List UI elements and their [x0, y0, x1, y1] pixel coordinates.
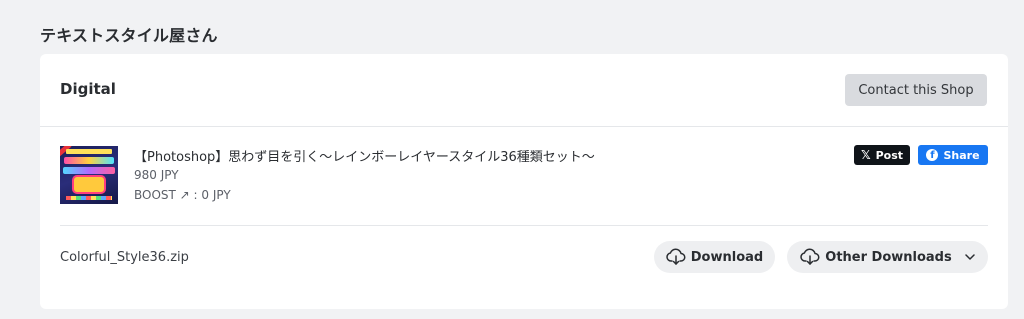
thumbnail-line: [66, 149, 112, 154]
thumbnail-badge: [74, 177, 104, 192]
file-name: Colorful_Style36.zip: [60, 250, 189, 265]
product-title[interactable]: 【Photoshop】思わず目を引く〜レインボーレイヤースタイル36種類セット〜: [134, 146, 595, 165]
boost-amount: BOOST ↗ : 0 JPY: [134, 188, 231, 202]
x-post-label: Post: [875, 148, 904, 162]
card-header: Digital Contact this Shop: [40, 54, 1008, 127]
facebook-icon: f: [926, 149, 939, 161]
product-thumbnail[interactable]: [60, 146, 118, 204]
facebook-share-button[interactable]: f Share: [918, 145, 988, 165]
shop-name[interactable]: テキストスタイル屋さん: [40, 22, 218, 46]
thumbnail-stripe: [66, 196, 112, 200]
download-label: Download: [690, 249, 764, 265]
download-button[interactable]: Download: [654, 241, 775, 273]
other-downloads-label: Other Downloads: [825, 249, 952, 265]
thumbnail-line: [64, 157, 114, 164]
other-downloads-button[interactable]: Other Downloads: [787, 241, 988, 273]
product-card: Digital Contact this Shop 【Photoshop】思わず…: [40, 54, 1008, 309]
category-label: Digital: [60, 80, 116, 98]
x-logo-icon: 𝕏: [860, 148, 871, 162]
divider: [60, 225, 988, 226]
file-row: Colorful_Style36.zip Download Other Down…: [60, 241, 988, 273]
cloud-download-icon: [666, 248, 686, 266]
thumbnail-line: [63, 167, 115, 174]
cloud-download-icon: [800, 248, 820, 266]
chevron-down-icon: [964, 254, 975, 260]
contact-shop-button[interactable]: Contact this Shop: [845, 74, 987, 106]
product-price: 980 JPY: [134, 168, 179, 182]
facebook-share-label: Share: [943, 148, 980, 162]
x-post-button[interactable]: 𝕏 Post: [854, 145, 910, 165]
share-buttons: 𝕏 Post f Share: [854, 145, 988, 165]
